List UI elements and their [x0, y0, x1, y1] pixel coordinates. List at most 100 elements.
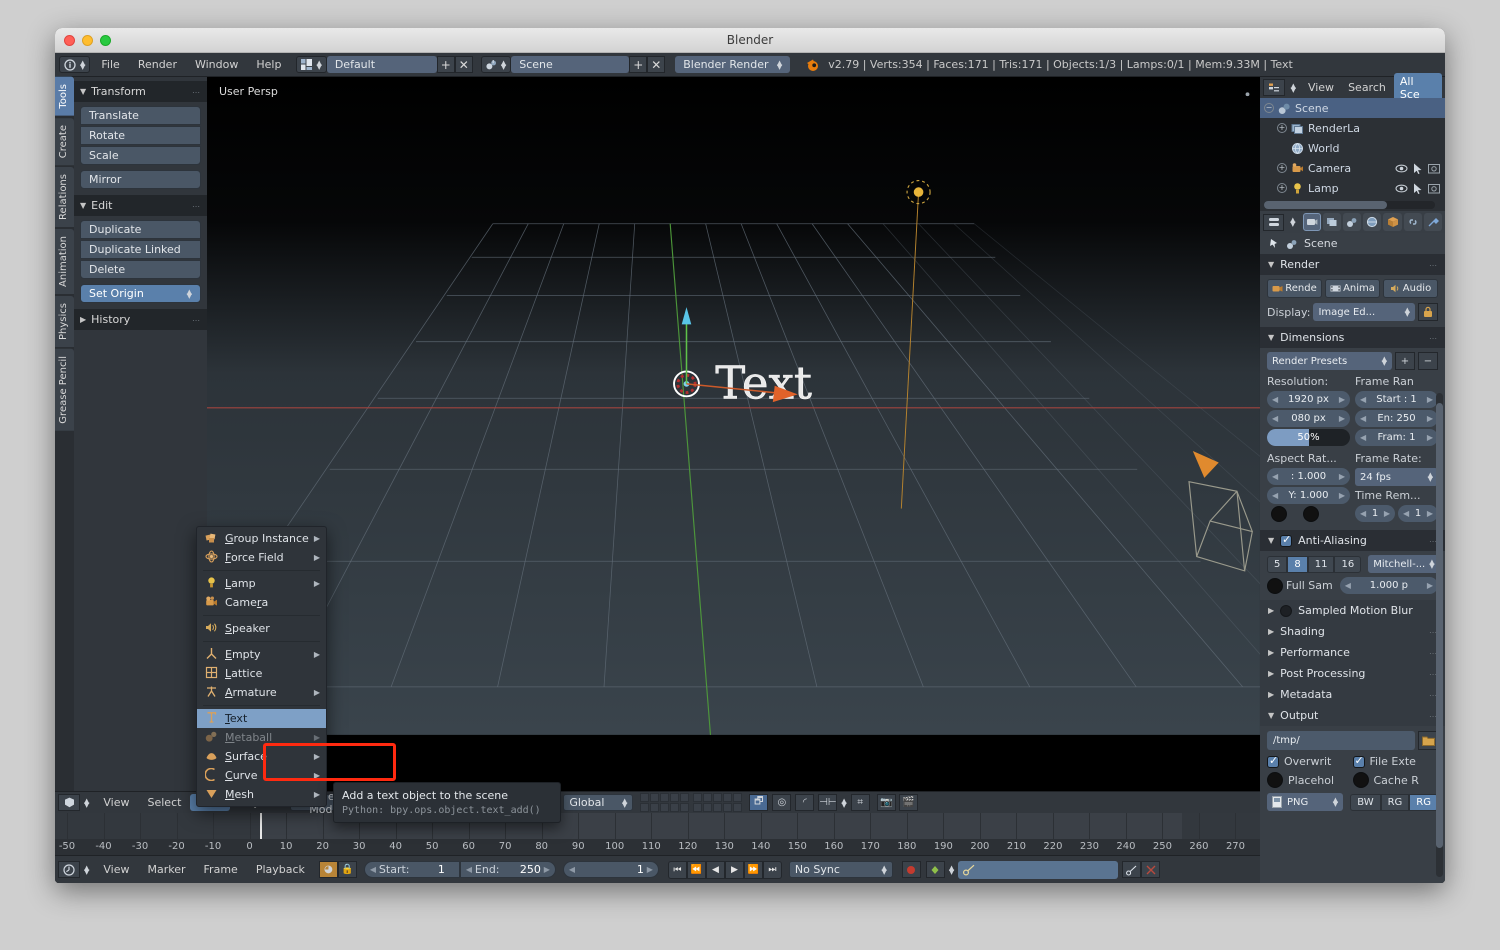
3d-viewport[interactable]: Text User Persp — [207, 77, 1260, 797]
expand-icon[interactable]: + — [1277, 123, 1287, 133]
add-screen-layout-button[interactable]: + — [436, 56, 455, 73]
tool-tab-animation[interactable]: Animation — [55, 228, 74, 294]
overwrite-checkbox[interactable] — [1267, 754, 1279, 768]
remove-preset-button[interactable]: − — [1418, 352, 1438, 370]
outliner-row-camera[interactable]: + Camera — [1260, 158, 1445, 178]
add-menu-item-group-instance[interactable]: Group Instance ▶ — [197, 529, 326, 548]
snap-target-icon[interactable]: ⌗ — [850, 794, 870, 811]
render-opengl-image-icon[interactable]: 📷 — [876, 794, 896, 811]
border-checkbox[interactable] — [1271, 506, 1287, 522]
frame-end-prop-field[interactable]: ◀ En: 250 ▶ — [1355, 410, 1438, 427]
snap-magnet-icon[interactable]: ⊣⊢ — [818, 794, 838, 811]
increment-arrow-icon[interactable]: ▶ — [1339, 395, 1345, 404]
section-header-sampled-motion-blur[interactable]: ▶ Sampled Motion Blur — [1260, 600, 1445, 621]
editor-type-properties-icon[interactable] — [1263, 213, 1285, 231]
resolution-x-field[interactable]: ◀ 1920 px ▶ — [1267, 391, 1350, 408]
mirror-button[interactable]: Mirror — [80, 170, 201, 189]
outliner-row-world[interactable]: World — [1260, 138, 1445, 158]
section-header-performance[interactable]: ▶ Performance ⋯ — [1260, 642, 1445, 663]
expand-icon[interactable]: + — [1277, 163, 1287, 173]
add-scene-button[interactable]: + — [629, 56, 648, 73]
aa-sample-8[interactable]: 8 — [1287, 555, 1308, 573]
delete-scene-button[interactable]: ✕ — [647, 56, 666, 73]
timeline-menu-view[interactable]: View — [94, 861, 138, 878]
viewport-menu-view[interactable]: View — [94, 794, 138, 811]
decrement-arrow-icon[interactable]: ◀ — [466, 865, 472, 874]
menu-window[interactable]: Window — [186, 55, 247, 74]
placeholders-checkbox[interactable] — [1267, 772, 1283, 788]
timeline-menu-frame[interactable]: Frame — [195, 861, 247, 878]
sampled-motion-blur-checkbox[interactable] — [1280, 604, 1293, 617]
render-presets-selector[interactable]: Render Presets ▲ ▼ — [1267, 352, 1392, 370]
pin-icon[interactable] — [1268, 238, 1280, 250]
render-engine-selector[interactable]: Blender Render ▲ ▼ — [675, 56, 791, 73]
expand-icon[interactable]: + — [1277, 183, 1287, 193]
increment-arrow-icon[interactable]: ▶ — [647, 865, 653, 874]
render-visibility-icon[interactable] — [1428, 163, 1440, 174]
set-origin-dropdown[interactable]: Set Origin ▲ ▼ — [80, 284, 201, 303]
properties-tab-constraints[interactable] — [1403, 213, 1422, 231]
file-format-selector[interactable]: PNG ▲ ▼ — [1267, 793, 1344, 811]
delete-screen-layout-button[interactable]: ✕ — [454, 56, 473, 73]
viewport-menu-select[interactable]: Select — [139, 794, 191, 811]
translate-button[interactable]: Translate — [80, 106, 201, 125]
filter-size-field[interactable]: ◀ 1.000 p ▶ — [1339, 577, 1438, 594]
render-opengl-animation-icon[interactable]: 🎬 — [898, 794, 918, 811]
menu-file[interactable]: File — [92, 55, 128, 74]
keying-set-field[interactable] — [958, 860, 1119, 879]
keying-set-icon[interactable] — [925, 861, 945, 878]
decrement-arrow-icon[interactable]: ◀ — [1360, 433, 1366, 442]
record-keyframe-icon[interactable] — [901, 861, 921, 878]
editor-type-outliner-icon[interactable] — [1263, 79, 1285, 96]
jump-to-end-button[interactable]: ⏭ — [762, 860, 782, 879]
scene-layers-grid-2[interactable] — [693, 793, 743, 812]
eye-icon[interactable] — [1395, 183, 1408, 194]
decrement-arrow-icon[interactable]: ◀ — [1272, 395, 1278, 404]
crop-checkbox[interactable] — [1303, 506, 1319, 522]
add-menu-item-surface[interactable]: Surface ▶ — [197, 747, 326, 766]
delete-button[interactable]: Delete — [80, 260, 201, 279]
decrement-arrow-icon[interactable]: ◀ — [569, 865, 575, 874]
render-audio-button[interactable]: Audio — [1383, 279, 1438, 298]
tool-tab-physics[interactable]: Physics — [55, 295, 74, 347]
frame-start-field[interactable]: ◀ Start: 1 — [363, 861, 460, 878]
aa-sample-5[interactable]: 5 — [1267, 555, 1288, 573]
collapse-icon[interactable]: − — [1264, 103, 1274, 113]
panel-header-transform[interactable]: ▼ Transform ⋯ — [74, 81, 207, 102]
lock-camera-to-view-icon[interactable]: 🗗 — [749, 794, 769, 811]
output-path-field[interactable]: /tmp/ — [1267, 731, 1415, 750]
resolution-percent-slider[interactable]: 50% — [1267, 429, 1350, 446]
increment-arrow-icon[interactable]: ▶ — [1339, 414, 1345, 423]
rotate-button[interactable]: Rotate — [80, 126, 201, 145]
cache-result-checkbox[interactable] — [1352, 772, 1369, 788]
section-header-dimensions[interactable]: ▼ Dimensions ⋯ — [1260, 327, 1445, 348]
properties-tab-object[interactable] — [1383, 213, 1402, 231]
cursor-select-icon[interactable] — [1413, 183, 1423, 194]
add-menu-item-lattice[interactable]: Lattice — [197, 664, 326, 683]
decrement-arrow-icon[interactable]: ◀ — [1272, 491, 1278, 500]
render-visibility-icon[interactable] — [1428, 183, 1440, 194]
increment-arrow-icon[interactable]: ▶ — [544, 865, 550, 874]
section-header-anti-aliasing[interactable]: ▼ Anti-Aliasing ⋯ — [1260, 530, 1445, 551]
delete-keyframe-icon[interactable] — [1141, 861, 1161, 878]
full-sample-checkbox[interactable] — [1267, 577, 1283, 594]
add-menu-item-empty[interactable]: Empty ▶ — [197, 645, 326, 664]
add-preset-button[interactable]: + — [1395, 352, 1415, 370]
time-remap-new-field[interactable]: ◀ 1 ▶ — [1398, 505, 1438, 522]
decrement-arrow-icon[interactable]: ◀ — [1360, 509, 1366, 518]
transform-orientation-selector[interactable]: Global ▲ ▼ — [563, 794, 634, 811]
duplicate-button[interactable]: Duplicate — [80, 220, 201, 239]
sync-mode-selector[interactable]: No Sync ▲ ▼ — [788, 861, 893, 878]
section-header-output[interactable]: ▼ Output ⋯ — [1260, 705, 1445, 726]
lock-interface-icon[interactable] — [1418, 303, 1438, 321]
current-frame-field[interactable]: ◀ 1 ▶ — [562, 861, 659, 878]
insert-keyframe-icon[interactable] — [1122, 861, 1142, 878]
cursor-select-icon[interactable] — [1413, 163, 1423, 174]
aa-sample-16[interactable]: 16 — [1334, 555, 1362, 573]
editor-type-timeline-icon[interactable] — [58, 861, 80, 878]
properties-tab-render-layers[interactable] — [1322, 213, 1342, 231]
tool-tab-grease-pencil[interactable]: Grease Pencil — [55, 348, 74, 431]
play-button[interactable]: ▶ — [724, 860, 744, 879]
color-mode-rgb[interactable]: RG — [1380, 793, 1410, 811]
increment-arrow-icon[interactable]: ▶ — [1384, 509, 1390, 518]
